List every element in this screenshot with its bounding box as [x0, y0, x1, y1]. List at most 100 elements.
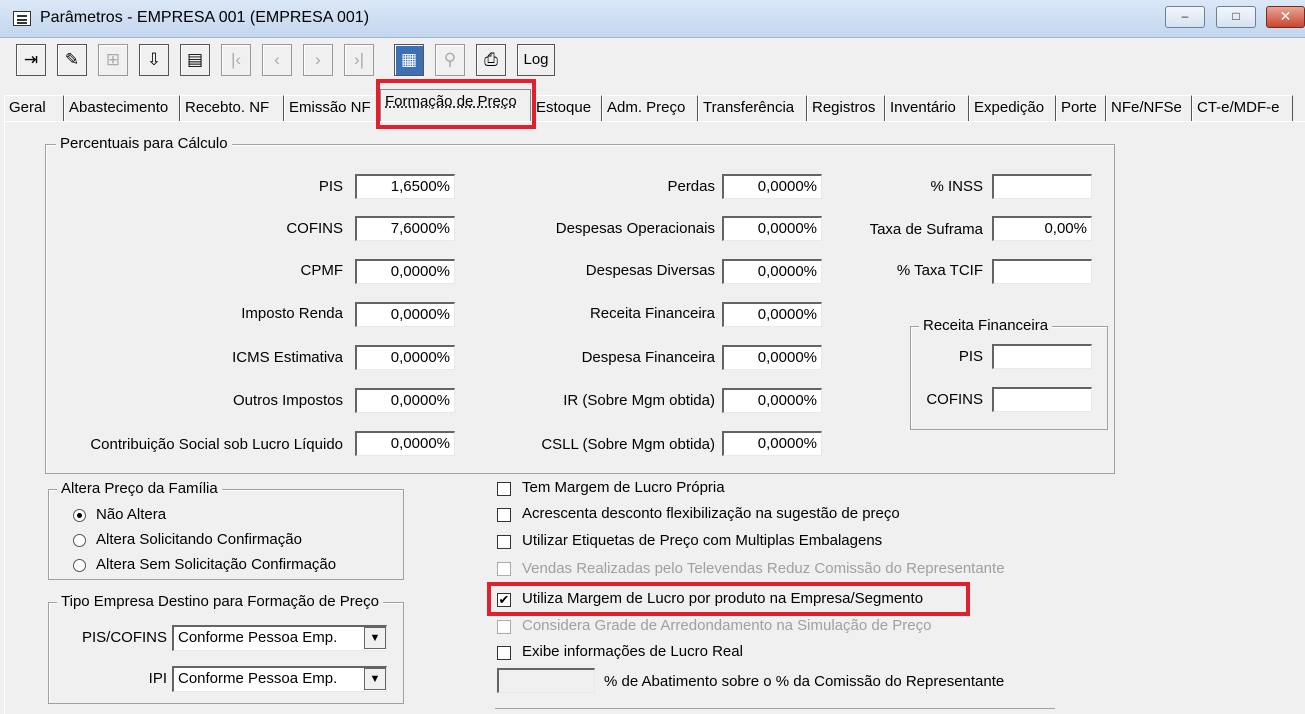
receita-cofins-label: COFINS — [926, 391, 983, 408]
grid-icon: ▦ — [400, 50, 418, 69]
new-record-button[interactable]: ⊞ — [98, 44, 128, 76]
cofins-field[interactable]: 7,6000% — [355, 216, 455, 241]
cpmf-label: CPMF — [300, 262, 344, 279]
minimize-button[interactable]: – — [1165, 6, 1205, 28]
grid-button[interactable]: ▦ — [394, 44, 424, 76]
chk-lucro-real-label: Exibe informações de Lucro Real — [522, 643, 743, 660]
print-icon: ⎙ — [484, 50, 498, 69]
maximize-button[interactable]: □ — [1216, 6, 1256, 28]
tab-emissao-nf[interactable]: Emissão NF — [284, 95, 380, 122]
tab-transferencia[interactable]: Transferência — [698, 95, 807, 122]
csll-mgm-field[interactable]: 0,0000% — [722, 431, 822, 456]
despesas-diversas-field[interactable]: 0,0000% — [722, 259, 822, 284]
despesa-financeira-field[interactable]: 0,0000% — [722, 345, 822, 370]
last-record-button[interactable]: ›| — [344, 44, 374, 76]
radio-nao-altera-label: Não Altera — [96, 506, 167, 523]
last-icon: ›| — [353, 50, 365, 69]
inss-label: % INSS — [930, 178, 983, 195]
radio-altera-sem-solicitacao[interactable] — [73, 559, 86, 572]
tab-recebto-nf[interactable]: Recebto. NF — [180, 95, 284, 122]
icms-estimativa-label: ICMS Estimativa — [232, 349, 343, 366]
tab-adm-preco[interactable]: Adm. Preço — [602, 95, 698, 122]
receita-financeira-group: Receita Financeira — [910, 317, 1108, 430]
exit-button[interactable]: ⇥ — [16, 44, 46, 76]
cpmf-field[interactable]: 0,0000% — [355, 259, 455, 284]
title-bar: Parâmetros - EMPRESA 001 (EMPRESA 001) –… — [0, 0, 1305, 38]
pis-cofins-label: PIS/COFINS — [81, 629, 167, 646]
eraser-icon: ✎ — [64, 50, 80, 69]
next-icon: › — [315, 50, 321, 69]
tab-estoque[interactable]: Estoque — [531, 95, 602, 122]
radio-altera-solicitando[interactable] — [73, 534, 86, 547]
icms-estimativa-field[interactable]: 0,0000% — [355, 345, 455, 370]
despesas-operacionais-field[interactable]: 0,0000% — [722, 216, 822, 241]
chk-televendas[interactable] — [497, 562, 511, 576]
pis-field[interactable]: 1,6500% — [355, 174, 455, 199]
imposto-renda-field[interactable]: 0,0000% — [355, 302, 455, 327]
import-button[interactable]: ⇩ — [139, 44, 169, 76]
receita-cofins-field[interactable] — [992, 387, 1092, 412]
ir-mgm-field[interactable]: 0,0000% — [722, 388, 822, 413]
tipo-empresa-legend: Tipo Empresa Destino para Formação de Pr… — [57, 593, 383, 610]
chk-margem-propria[interactable] — [497, 482, 511, 496]
chevron-down-icon[interactable]: ▼ — [364, 668, 386, 690]
tab-cte-mdfe[interactable]: CT-e/MDF-e — [1192, 95, 1293, 122]
prev-icon: ‹ — [274, 50, 280, 69]
new-record-icon: ⊞ — [105, 50, 121, 69]
import-icon: ⇩ — [146, 50, 162, 69]
exit-icon: ⇥ — [23, 50, 39, 69]
highlight-box-checkbox — [487, 582, 970, 616]
export-icon: ▤ — [186, 50, 204, 69]
highlight-box-tab — [376, 79, 536, 129]
next-record-button[interactable]: › — [303, 44, 333, 76]
tab-inventario[interactable]: Inventário — [885, 95, 969, 122]
receita-pis-label: PIS — [958, 348, 983, 365]
chevron-down-icon[interactable]: ▼ — [364, 627, 386, 649]
chk-etiquetas[interactable] — [497, 535, 511, 549]
despesas-operacionais-label: Despesas Operacionais — [555, 220, 715, 237]
tab-nfe-nfse[interactable]: NFe/NFSe — [1106, 95, 1192, 122]
ipi-select[interactable]: Conforme Pessoa Emp. ▼ — [172, 666, 387, 692]
query-icon: ⚲ — [443, 50, 457, 69]
radio-nao-altera[interactable] — [73, 509, 86, 522]
taxa-tcif-field[interactable] — [992, 259, 1092, 284]
receita-financeira-field[interactable]: 0,0000% — [722, 302, 822, 327]
close-button[interactable]: ✕ — [1266, 6, 1305, 28]
receita-financeira-label: Receita Financeira — [589, 305, 715, 322]
perdas-field[interactable]: 0,0000% — [722, 174, 822, 199]
imposto-renda-label: Imposto Renda — [241, 305, 343, 322]
ipi-select-value: Conforme Pessoa Emp. — [178, 670, 338, 687]
taxa-tcif-label: % Taxa TCIF — [896, 262, 983, 279]
chk-grade-arredondamento[interactable] — [497, 620, 511, 634]
query-button[interactable]: ⚲ — [435, 44, 465, 76]
chk-margem-propria-label: Tem Margem de Lucro Própria — [522, 479, 725, 496]
altera-preco-legend: Altera Preço da Família — [57, 480, 222, 497]
receita-pis-field[interactable] — [992, 344, 1092, 369]
taxa-suframa-label: Taxa de Suframa — [869, 221, 983, 238]
despesa-financeira-label: Despesa Financeira — [581, 349, 715, 366]
cofins-label: COFINS — [286, 220, 343, 237]
chk-lucro-real[interactable] — [497, 646, 511, 660]
tab-porte[interactable]: Porte — [1056, 95, 1106, 122]
tab-expedicao[interactable]: Expedição — [969, 95, 1056, 122]
first-record-button[interactable]: |‹ — [221, 44, 251, 76]
first-icon: |‹ — [230, 50, 242, 69]
prev-record-button[interactable]: ‹ — [262, 44, 292, 76]
log-button[interactable]: Log — [517, 44, 555, 76]
window-title: Parâmetros - EMPRESA 001 (EMPRESA 001) — [40, 9, 370, 26]
outros-impostos-field[interactable]: 0,0000% — [355, 388, 455, 413]
pis-cofins-select[interactable]: Conforme Pessoa Emp. ▼ — [172, 625, 387, 651]
taxa-suframa-field[interactable]: 0,00% — [992, 216, 1092, 241]
print-button[interactable]: ⎙ — [476, 44, 506, 76]
export-button[interactable]: ▤ — [180, 44, 210, 76]
app-icon — [13, 11, 31, 26]
eraser-button[interactable]: ✎ — [57, 44, 87, 76]
tab-registros[interactable]: Registros — [807, 95, 885, 122]
contrib-social-field[interactable]: 0,0000% — [355, 431, 455, 456]
tab-abastecimento[interactable]: Abastecimento — [64, 95, 180, 122]
inss-field[interactable] — [992, 174, 1092, 199]
chk-desconto-flexibilizacao[interactable] — [497, 508, 511, 522]
tab-geral[interactable]: Geral — [4, 95, 64, 122]
csll-mgm-label: CSLL (Sobre Mgm obtida) — [541, 436, 715, 453]
abatimento-field[interactable] — [497, 668, 595, 693]
